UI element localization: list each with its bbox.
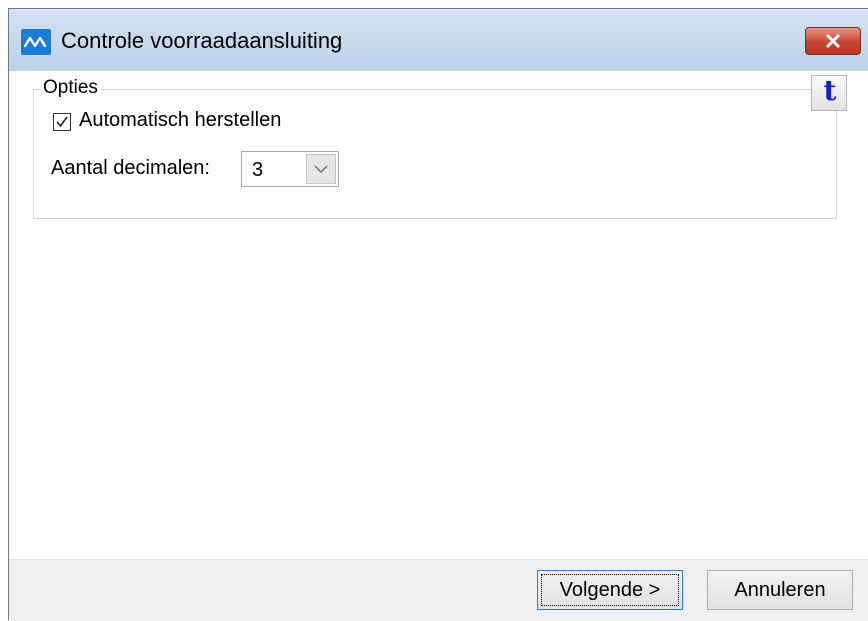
decimals-value: 3: [252, 159, 264, 181]
window-title: Controle voorraadaansluiting: [61, 28, 343, 53]
focus-rectangle: [541, 574, 679, 606]
decimals-label: Aantal decimalen:: [51, 157, 210, 179]
cancel-button-label: Annuleren: [734, 579, 826, 601]
checkmark-icon: [56, 116, 68, 128]
decimals-dropdown-button[interactable]: [306, 154, 336, 184]
auto-repair-checkbox[interactable]: [53, 113, 71, 131]
dialog-content: Opties Automatisch herstellen Aantal dec…: [9, 71, 868, 559]
dialog-window: Controle voorraadaansluiting Opties Auto…: [8, 8, 868, 621]
app-logo-icon: [21, 29, 51, 55]
auto-repair-label[interactable]: Automatisch herstellen: [79, 109, 281, 132]
title-bar[interactable]: Controle voorraadaansluiting: [9, 9, 868, 71]
button-bar: Volgende > Annuleren: [9, 559, 868, 621]
close-icon: [825, 33, 841, 49]
next-button[interactable]: Volgende >: [537, 570, 683, 610]
decimals-select[interactable]: 3: [241, 151, 339, 187]
options-legend: Opties: [41, 77, 101, 99]
cancel-button[interactable]: Annuleren: [707, 570, 853, 610]
t-help-icon: t: [823, 74, 837, 107]
close-button[interactable]: [805, 27, 861, 55]
chevron-down-icon: [314, 165, 328, 174]
t-help-button[interactable]: t: [811, 74, 847, 111]
